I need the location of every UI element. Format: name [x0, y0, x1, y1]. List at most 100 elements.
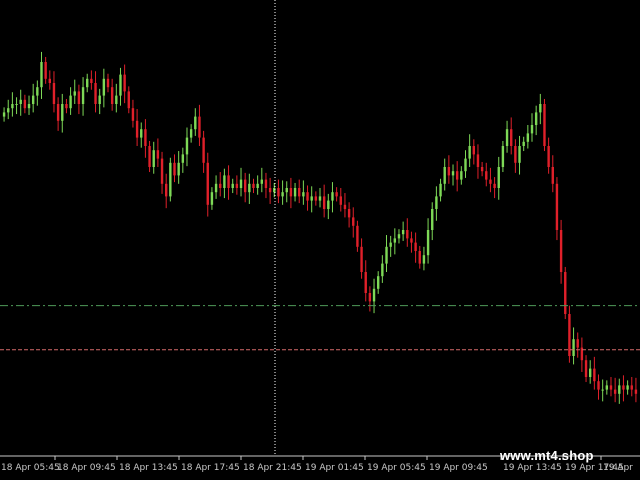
candle-up: [505, 129, 509, 146]
candle-down: [555, 183, 559, 230]
candle-down: [634, 389, 638, 394]
candle-down: [418, 251, 421, 264]
candle-up: [102, 78, 106, 96]
candle-down: [131, 108, 135, 121]
candle-down: [148, 146, 151, 167]
candle-up: [140, 129, 143, 138]
candle-down: [56, 104, 60, 121]
candle-down: [613, 389, 617, 394]
candle-up: [381, 263, 384, 277]
candle-up: [273, 188, 276, 193]
time-axis-label: 19 Apr: [603, 463, 633, 473]
candle-up: [376, 276, 380, 289]
candle-up: [526, 133, 530, 142]
candle-up: [605, 385, 609, 390]
candle-up: [451, 171, 455, 176]
candle-down: [564, 272, 567, 314]
candle-up: [588, 368, 592, 377]
candle-up: [281, 192, 284, 197]
candle-up: [181, 154, 185, 163]
candle-down: [622, 385, 625, 390]
time-axis-label: 18 Apr 17:45: [181, 463, 240, 473]
candle-down: [543, 104, 546, 146]
watermark: www.mt4.shop: [500, 448, 594, 463]
candle-up: [530, 125, 534, 134]
time-axis-label: 18 Apr 05:45: [1, 463, 60, 473]
candle-down: [368, 293, 372, 302]
candle-down: [593, 368, 596, 382]
candle-up: [36, 87, 39, 96]
time-axis-label: 19 Apr 09:45: [429, 463, 488, 473]
candle-down: [322, 196, 326, 209]
candle-down: [202, 137, 205, 163]
candle-up: [501, 146, 505, 167]
candle-up: [239, 179, 243, 188]
candle-down: [406, 230, 409, 239]
candle-down: [219, 183, 222, 188]
candle-up: [40, 62, 43, 88]
candle-up: [86, 78, 89, 88]
candle-down: [347, 209, 351, 218]
candle-down: [144, 129, 147, 146]
candle-up: [231, 183, 234, 188]
candle-down: [476, 154, 480, 167]
candle-up: [185, 137, 189, 155]
candle-up: [115, 95, 118, 104]
candle-down: [94, 83, 97, 104]
candle-down: [410, 238, 413, 243]
candle-down: [135, 120, 139, 138]
candle-down: [547, 146, 550, 167]
candle-up: [61, 104, 64, 121]
candle-down: [48, 78, 52, 83]
candle-down: [414, 242, 417, 251]
candle-up: [19, 99, 22, 104]
time-axis-label: 19 Apr 13:45: [503, 463, 562, 473]
candle-up: [7, 108, 10, 113]
candle-up: [389, 242, 392, 247]
candle-up: [385, 246, 388, 264]
candle-up: [443, 167, 446, 184]
candle-down: [576, 339, 579, 348]
candle-up: [11, 104, 14, 109]
candle-down: [268, 188, 272, 193]
candle-up: [397, 234, 401, 239]
candle-down: [597, 381, 600, 390]
candle-down: [156, 150, 160, 159]
candle-down: [127, 91, 130, 109]
candle-up: [497, 167, 500, 188]
candle-down: [551, 167, 554, 184]
candle-down: [314, 196, 318, 201]
candle-down: [356, 225, 359, 247]
candle-up: [539, 104, 542, 113]
candle-down: [364, 272, 367, 293]
candle-down: [489, 179, 492, 184]
candle-up: [73, 91, 76, 96]
candle-up: [81, 87, 85, 104]
candle-down: [480, 167, 484, 172]
candle-up: [393, 238, 397, 243]
candle-down: [90, 78, 93, 83]
candle-up: [460, 171, 463, 180]
candle-up: [214, 183, 218, 193]
candle-down: [289, 188, 293, 197]
candle-up: [534, 112, 538, 125]
candle-up: [169, 162, 172, 197]
candle-down: [77, 91, 81, 104]
candle-up: [331, 192, 334, 201]
candle-down: [52, 83, 56, 104]
candle-up: [210, 192, 214, 205]
candle-up: [152, 150, 155, 167]
candle-up: [98, 95, 101, 104]
candle-up: [194, 116, 197, 130]
candle-down: [339, 196, 342, 205]
candle-down: [164, 183, 168, 197]
horizontal-lines-layer: [0, 305, 640, 351]
price-chart[interactable]: 18 Apr 05:4518 Apr 09:45 18 Apr 13:45 18 A…: [0, 0, 640, 480]
candle-up: [431, 209, 434, 230]
candle-up: [285, 188, 288, 193]
candle-up: [223, 175, 226, 188]
candle-up: [601, 389, 604, 391]
candle-up: [177, 162, 180, 176]
candle-down: [360, 246, 363, 272]
candle-up: [435, 196, 438, 209]
